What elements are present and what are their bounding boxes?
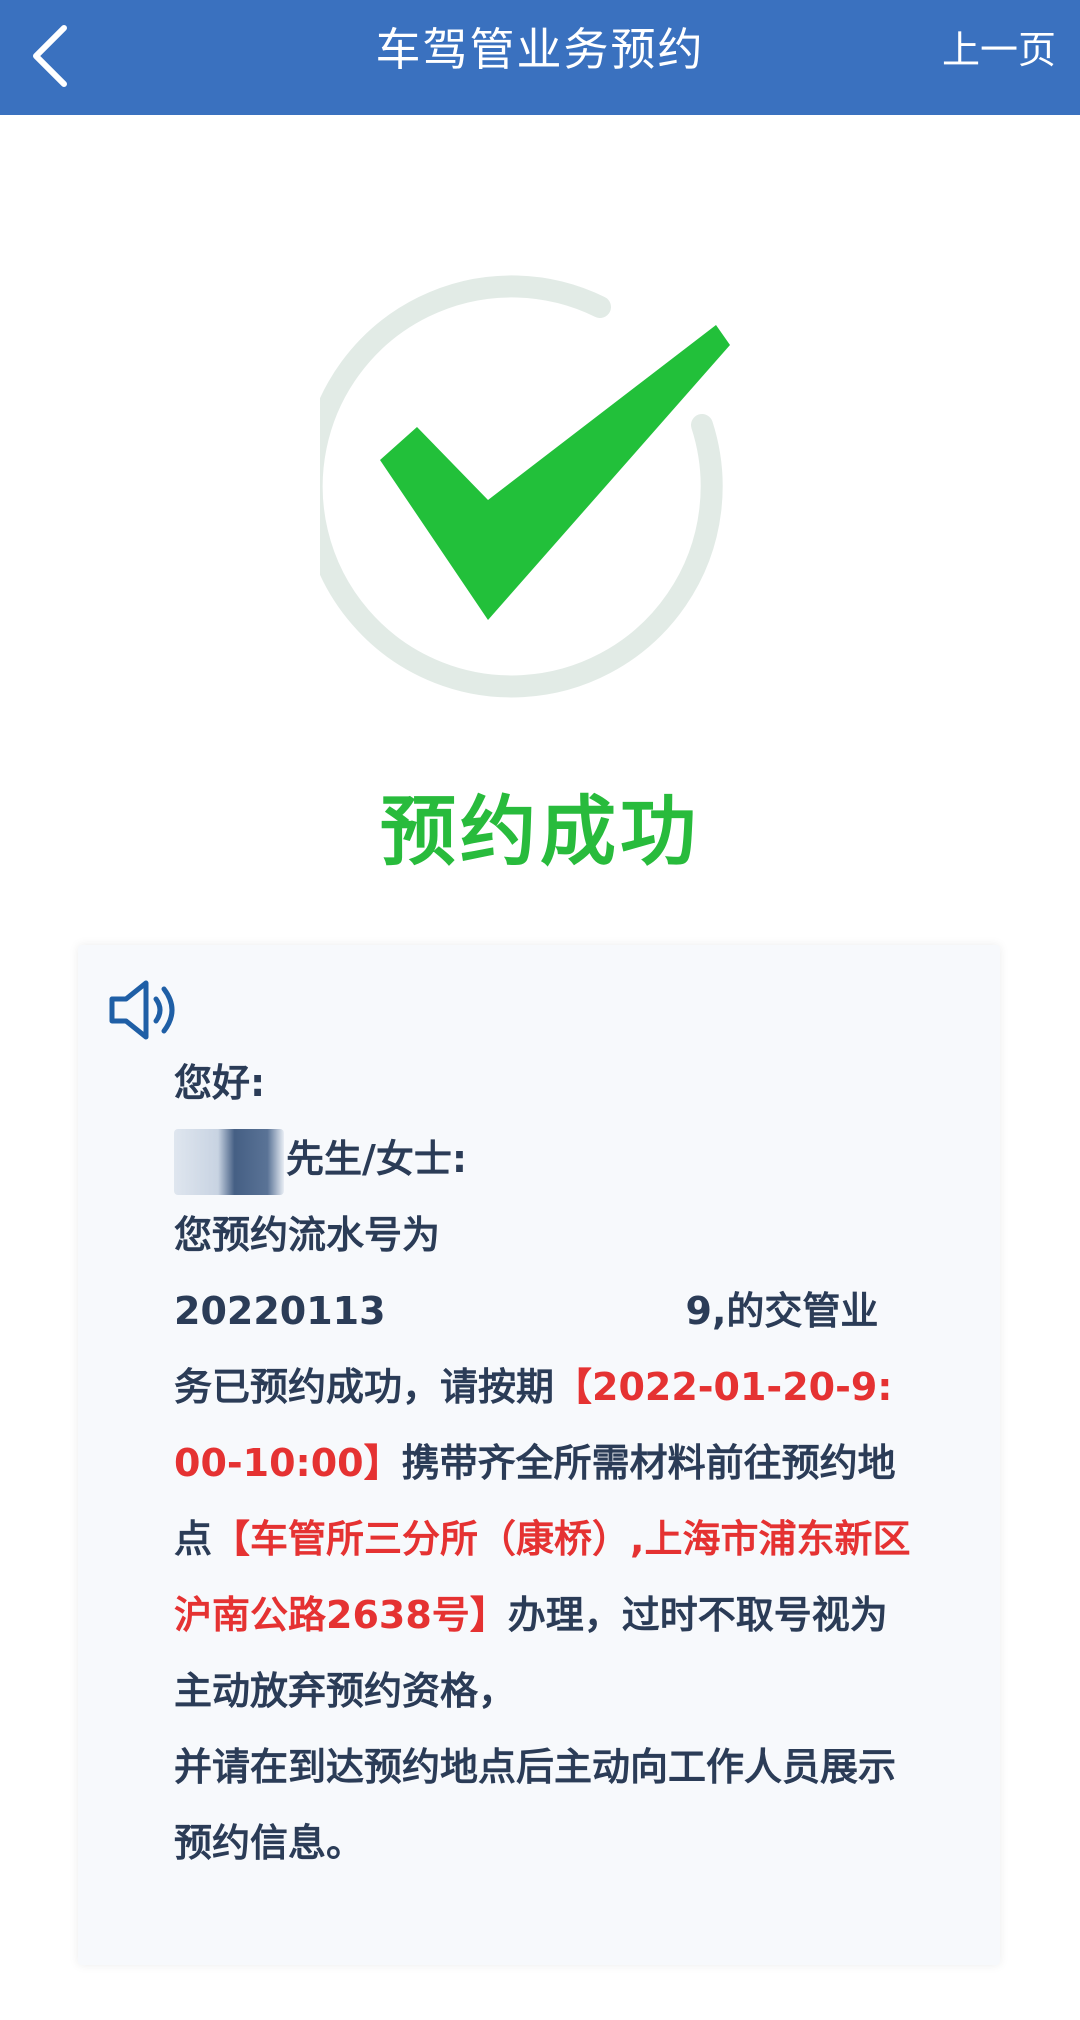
redacted-serial bbox=[386, 1284, 686, 1324]
speaker-button[interactable] bbox=[106, 975, 188, 1045]
message-card: 您好: 先生/女士: 您预约流水号为 20220113 9,的交管业务已预约成功，… bbox=[78, 945, 1000, 1965]
check-circle-icon bbox=[320, 275, 730, 698]
previous-page-button[interactable]: 上一页 bbox=[942, 0, 1056, 100]
salutation-line: 先生/女士: bbox=[174, 1121, 914, 1197]
speaker-icon bbox=[109, 980, 175, 1040]
success-graphic bbox=[320, 275, 760, 715]
redacted-name bbox=[174, 1128, 284, 1195]
message-body: 您好: 先生/女士: 您预约流水号为 20220113 9,的交管业务已预约成功，… bbox=[174, 1045, 914, 1881]
greeting: 您好: bbox=[174, 1061, 266, 1105]
serial-start: 20220113 bbox=[174, 1289, 386, 1333]
closing-line: 并请在到达预约地点后主动向工作人员展示预约信息。 bbox=[174, 1745, 897, 1865]
top-bar: 车驾管业务预约 上一页 bbox=[0, 0, 1080, 115]
page-title: 车驾管业务预约 bbox=[375, 23, 705, 76]
back-button[interactable] bbox=[22, 18, 82, 94]
serial-end: 9 bbox=[685, 1289, 712, 1333]
serial-intro: 您预约流水号为 bbox=[174, 1213, 441, 1257]
salutation: 先生/女士: bbox=[286, 1137, 468, 1181]
success-title: 预约成功 bbox=[380, 787, 700, 876]
chevron-left-icon bbox=[33, 25, 67, 87]
